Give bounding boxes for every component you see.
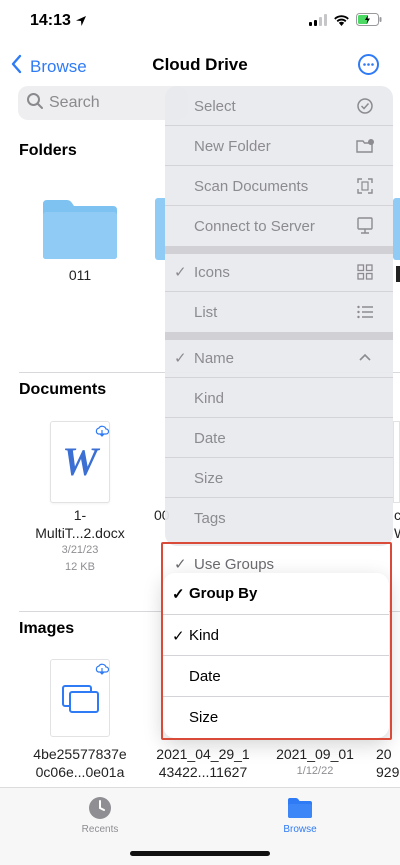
menu-item-label: Select — [194, 97, 236, 115]
menu-item-label: Name — [194, 349, 235, 367]
wifi-icon — [333, 13, 350, 31]
menu-item-tags[interactable]: Tags — [165, 498, 393, 538]
clock-icon — [89, 797, 111, 819]
menu-item-label: Icons — [194, 263, 230, 281]
images-heading: Images — [19, 620, 75, 637]
checkmark-icon: ✓ — [174, 264, 187, 281]
checkmark-icon: ✓ — [174, 350, 187, 367]
image-name-line2: 43422...11627 — [158, 764, 248, 780]
folder-icon — [393, 198, 400, 260]
search-placeholder: Search — [49, 94, 100, 111]
menu-item-kind[interactable]: Kind — [165, 378, 393, 418]
menu-item-size[interactable]: Size — [165, 458, 393, 498]
document-size: 12 KB — [65, 561, 95, 573]
documents-heading: Documents — [19, 381, 107, 398]
menu-item-label: List — [194, 303, 218, 321]
image-name-fragment: 929 — [376, 764, 400, 780]
page-title: Cloud Drive — [152, 55, 248, 74]
menu-item-label: Tags — [194, 509, 226, 527]
ellipsis-icon — [363, 63, 374, 66]
more-options-button[interactable] — [358, 54, 379, 75]
folder-name: 011 — [68, 267, 92, 283]
home-indicator — [130, 851, 270, 856]
location-arrow-icon — [75, 14, 87, 32]
menu-item-label: Scan Documents — [194, 177, 309, 195]
menu-item-date[interactable]: Date — [165, 418, 393, 458]
battery-icon — [356, 13, 382, 31]
menu-item-scan-documents[interactable]: Scan Documents — [165, 166, 393, 206]
folders-heading: Folders — [19, 142, 77, 159]
image-file-icon — [61, 684, 101, 719]
document-name-line2: MultiT...2.docx — [35, 525, 125, 541]
image-item[interactable] — [50, 659, 110, 737]
search-icon — [26, 92, 44, 115]
cloud-download-icon — [95, 662, 110, 680]
grid-icon — [357, 264, 373, 280]
word-letter: W — [62, 439, 98, 484]
image-name-fragment: 20 — [376, 746, 392, 762]
folder-icon — [155, 198, 165, 260]
document-name-fragment: c — [394, 507, 400, 523]
scan-document-icon — [357, 178, 373, 194]
display-icon — [357, 217, 373, 234]
image-date: 1/12/22 — [296, 765, 334, 777]
menu-item-label: Size — [194, 469, 224, 487]
document-name-line1: 1- — [73, 507, 87, 523]
tab-recents[interactable]: Recents — [50, 796, 150, 835]
document-name-fragment: W — [394, 524, 400, 542]
signal-icon — [309, 13, 327, 31]
menu-item-label: Connect to Server — [194, 217, 315, 235]
folder-plus-icon — [356, 139, 374, 153]
search-field[interactable]: Search — [18, 86, 188, 120]
menu-item-select[interactable]: Select — [165, 86, 393, 126]
menu-item-label: Date — [194, 429, 226, 447]
checkmark-circle-icon — [357, 98, 373, 114]
folder-icon — [288, 798, 312, 818]
menu-item-label: Kind — [194, 389, 225, 407]
options-menu: Select New Folder Scan Documents Connect… — [165, 86, 393, 546]
folder-name-fragment — [396, 266, 400, 282]
image-name-line1: 2021_09_01 — [276, 746, 354, 762]
menu-item-list[interactable]: List — [165, 292, 393, 332]
highlight-box — [161, 542, 392, 740]
document-thumb-fragment — [393, 421, 400, 503]
image-name-line2: 0c06e...0e01a — [35, 764, 125, 780]
tab-browse[interactable]: Browse — [250, 796, 350, 835]
menu-item-new-folder[interactable]: New Folder — [165, 126, 393, 166]
status-indicators — [309, 13, 382, 31]
folder-item[interactable] — [41, 198, 119, 265]
chevron-up-icon — [359, 353, 371, 361]
document-date: 3/21/23 — [61, 544, 99, 556]
status-time: 14:13 — [30, 12, 71, 29]
menu-item-icons[interactable]: ✓ Icons — [165, 252, 393, 292]
image-name-line1: 2021_04_29_1 — [156, 746, 250, 762]
image-name-line1: 4be25577837e — [33, 746, 127, 762]
folder-icon — [43, 200, 117, 259]
tab-label: Recents — [81, 824, 119, 835]
document-item[interactable]: W — [50, 421, 110, 503]
list-icon — [357, 305, 373, 319]
menu-item-name[interactable]: ✓ Name — [165, 338, 393, 378]
menu-item-label: New Folder — [194, 137, 271, 155]
menu-item-connect-to-server[interactable]: Connect to Server — [165, 206, 393, 246]
tab-label: Browse — [283, 824, 317, 835]
